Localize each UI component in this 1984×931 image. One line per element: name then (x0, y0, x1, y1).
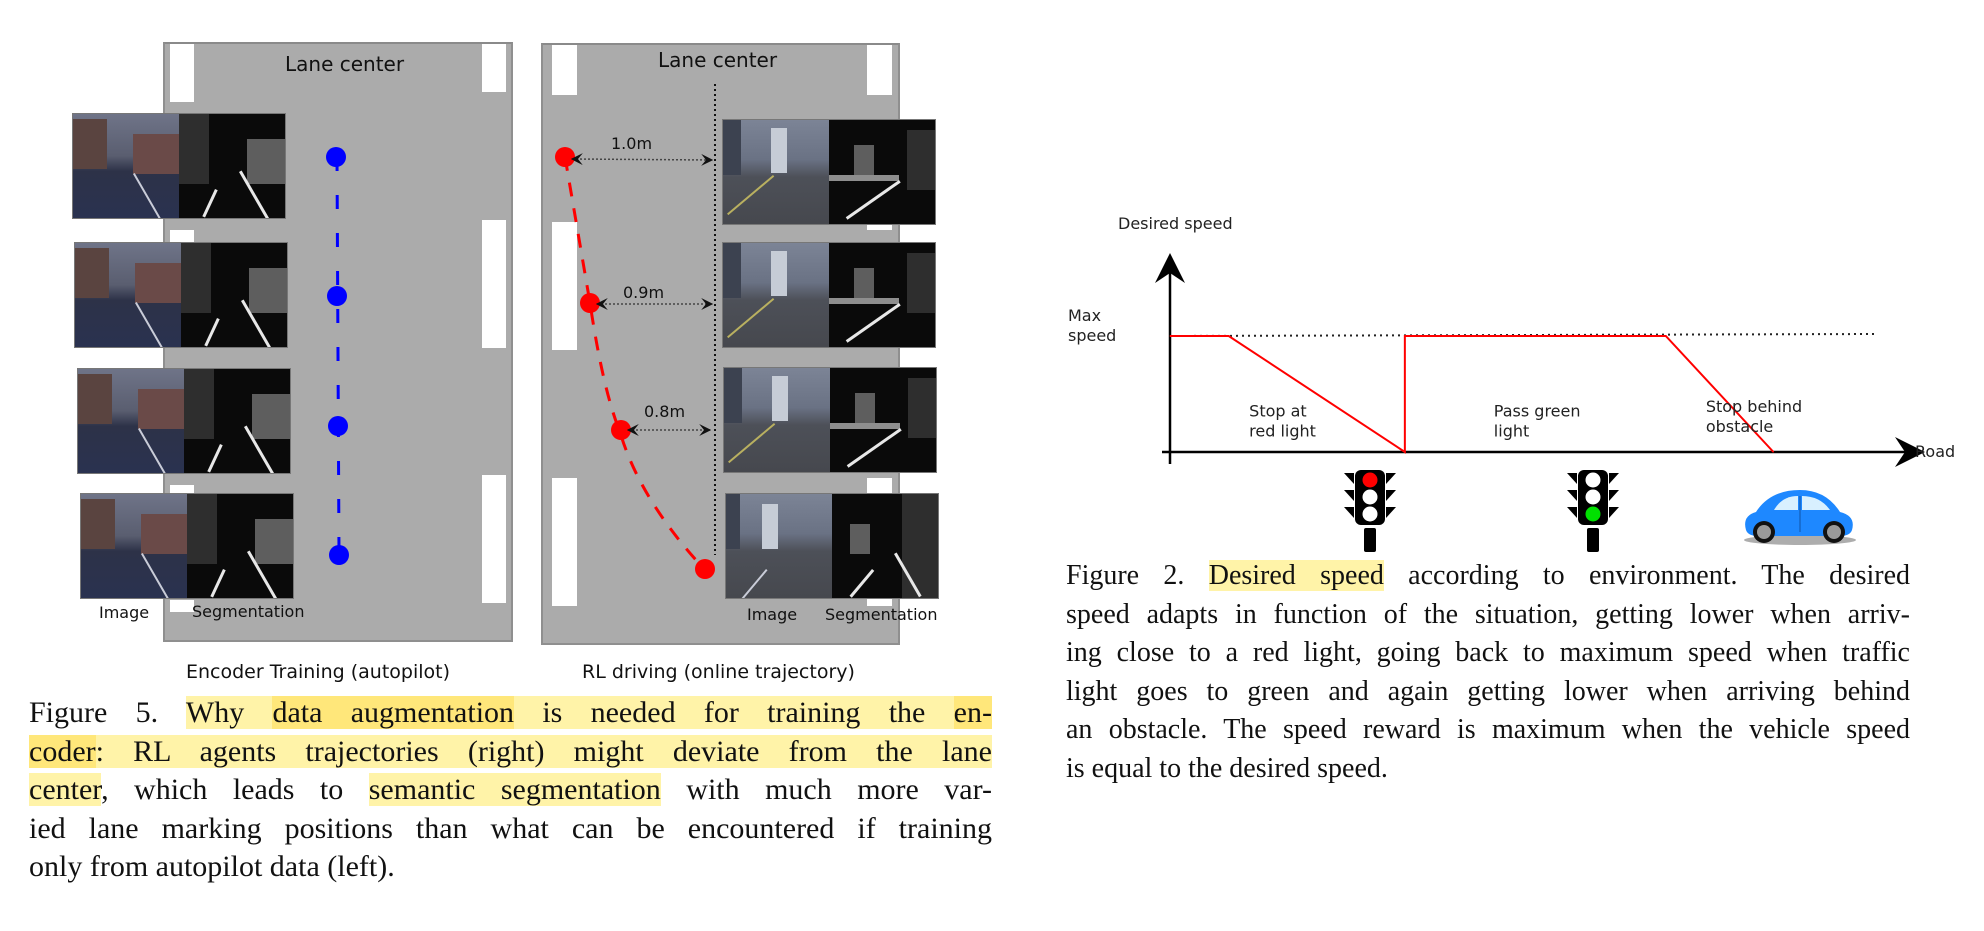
figure-2-caption-line: is equal to the desired speed. (1066, 750, 1910, 789)
desired-speed-point (1169, 335, 1171, 337)
caption-text: an obstacle. The speed reward is maximum… (1066, 714, 1910, 745)
camera-image (723, 120, 829, 224)
figure-2-caption-line: Figure 2. Desired speed according to env… (1066, 557, 1910, 596)
rl-trajectory-line (563, 156, 707, 572)
camera-image (723, 243, 829, 347)
segmentation-image (829, 120, 935, 224)
caption-text: only from autopilot data (left). (29, 850, 395, 883)
autopilot-frame (77, 368, 291, 474)
highlighted-text: Why (185, 696, 273, 729)
autopilot-frame (72, 113, 286, 219)
caption-text: Figure 2. (1066, 560, 1209, 591)
figure-5-caption-line: ied lane marking positions than what can… (29, 810, 992, 849)
car-icon (1744, 490, 1856, 545)
camera-image (724, 368, 830, 472)
camera-image (75, 243, 181, 347)
figure-2-caption-line: light goes to green and again getting lo… (1066, 673, 1910, 712)
caption-text: Figure 5. (29, 696, 186, 729)
left-panel-subtitle: Encoder Training (autopilot) (186, 661, 451, 683)
highlighted-text: en- (953, 696, 992, 729)
chart-annotation: obstacle (1706, 417, 1773, 436)
autopilot-frame (80, 493, 294, 599)
camera-image (78, 369, 184, 473)
right-segmentation-label: Segmentation (825, 605, 938, 624)
highlighted-text: data augmentation (272, 696, 515, 729)
chart-annotation: Stop behind (1706, 397, 1802, 416)
chart-annotation: light (1494, 421, 1529, 440)
distance-label: 0.9m (623, 283, 665, 302)
segmentation-image (184, 369, 290, 473)
caption-text: , which leads to (101, 773, 369, 806)
distance-label: 0.8m (644, 402, 686, 421)
rl-frame (723, 367, 937, 473)
segmentation-image (829, 243, 935, 347)
caption-text: light goes to green and again getting lo… (1066, 675, 1910, 707)
autopilot-point (327, 286, 347, 306)
desired-speed-point (1404, 451, 1406, 453)
max-speed-label: Max (1068, 306, 1101, 325)
highlighted-text: semantic segmentation (368, 773, 661, 806)
caption-text: is equal to the desired speed. (1066, 752, 1388, 784)
traffic-light-green-icon (1567, 470, 1619, 552)
camera-image (81, 494, 187, 598)
highlighted-text: coder (29, 734, 96, 768)
left-image-label: Image (99, 603, 150, 622)
figure-5-caption-line: Figure 5. Why data augmentation is neede… (29, 694, 992, 733)
highlighted-text: Desired speed (1208, 560, 1384, 591)
caption-text: with much more var- (660, 773, 993, 806)
segmentation-image (187, 494, 293, 598)
rl-frame (722, 119, 936, 225)
traffic-light-red-icon (1344, 470, 1396, 552)
figure-2-caption-line: ing close to a red light, going back to … (1066, 634, 1910, 673)
figure-5-caption: Figure 5. Why data augmentation is neede… (29, 694, 992, 887)
camera-image (726, 494, 832, 598)
rl-point (580, 293, 600, 313)
segmentation-image (832, 494, 938, 598)
desired-speed-point (1772, 451, 1774, 453)
caption-text: speed adapts in function of the situatio… (1066, 598, 1910, 630)
caption-text: ied lane marking positions than what can… (29, 811, 992, 845)
rl-frame (725, 493, 939, 599)
chart-annotation: red light (1249, 421, 1316, 440)
distance-label: 1.0m (611, 134, 653, 153)
caption-text: ing close to a red light, going back to … (1066, 637, 1910, 668)
x-axis-label: Road (1915, 442, 1955, 461)
distance-arrow (570, 153, 714, 166)
highlighted-text: is needed for training the (514, 696, 954, 729)
desired-speed-point (1404, 335, 1406, 337)
figure-2-caption-line: speed adapts in function of the situatio… (1066, 596, 1910, 635)
rl-point (695, 559, 715, 579)
figure-2-caption: Figure 2. Desired speed according to env… (1066, 557, 1910, 788)
chart-annotation: Pass green (1494, 401, 1581, 420)
segmentation-image (179, 114, 285, 218)
segmentation-image (181, 243, 287, 347)
figure-5-caption-line: coder: RL agents trajectories (right) mi… (29, 733, 992, 772)
desired-speed-point (1228, 335, 1230, 337)
right-panel-subtitle: RL driving (online trajectory) (582, 661, 855, 683)
autopilot-point (329, 545, 349, 565)
rl-frame (722, 242, 936, 348)
autopilot-point (328, 416, 348, 436)
figure-5-caption-line: center, which leads to semantic segmenta… (29, 771, 992, 810)
highlighted-text: center (29, 773, 102, 806)
right-image-label: Image (747, 605, 798, 624)
autopilot-frame (74, 242, 288, 348)
rl-point (555, 147, 575, 167)
max-speed-label: speed (1068, 326, 1116, 345)
desired-speed-point (1665, 335, 1667, 337)
autopilot-trajectory-line (335, 156, 341, 556)
segmentation-image (830, 368, 936, 472)
chart-annotation: Stop at (1249, 401, 1307, 420)
caption-text: according to environment. The desired (1383, 560, 1910, 591)
highlighted-text: : RL agents trajectories (right) might d… (95, 734, 992, 768)
left-segmentation-label: Segmentation (192, 602, 305, 621)
camera-image (73, 114, 179, 218)
y-axis-label: Desired speed (1118, 214, 1233, 233)
figure-2-caption-line: an obstacle. The speed reward is maximum… (1066, 711, 1910, 750)
autopilot-point (326, 147, 346, 167)
figure-5-caption-line: only from autopilot data (left). (29, 848, 992, 887)
